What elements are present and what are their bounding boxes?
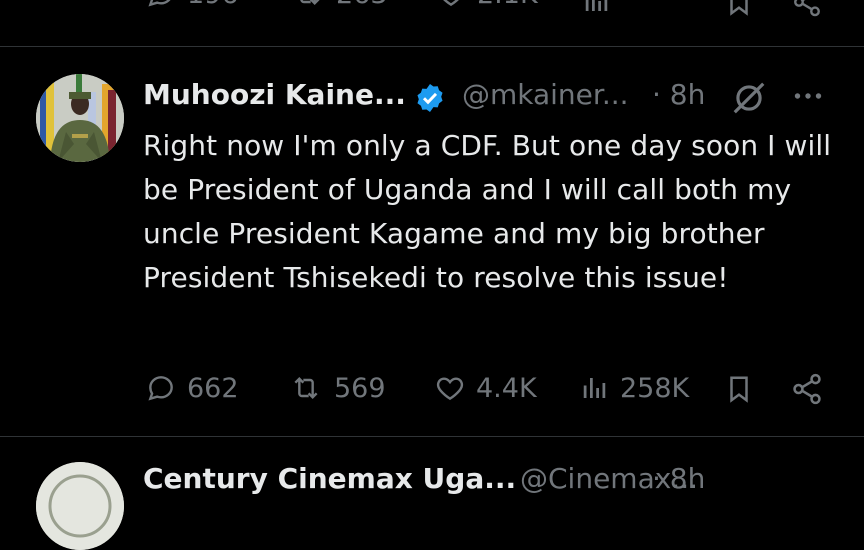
avatar[interactable] <box>36 74 124 162</box>
verified-icon <box>417 84 443 112</box>
like-count: 4.4K <box>476 372 537 404</box>
share-icon <box>794 0 820 17</box>
reply-button[interactable]: 662 <box>145 372 239 404</box>
views-button[interactable]: 258K <box>580 372 689 404</box>
verified-badge <box>414 82 446 118</box>
repost-icon <box>294 376 318 400</box>
more-options-button[interactable] <box>790 78 826 118</box>
more-icon <box>794 93 822 99</box>
reply-count: 662 <box>187 372 239 404</box>
heart-icon <box>436 377 464 401</box>
bookmark-button[interactable] <box>724 372 754 410</box>
share-button[interactable] <box>790 372 824 410</box>
author-handle[interactable]: @mkainer... <box>462 78 629 111</box>
repost-button[interactable]: 569 <box>288 372 386 404</box>
views-count: 258K <box>620 372 690 404</box>
bookmark-icon <box>730 376 748 403</box>
prev-reply-button[interactable]: 196 <box>145 0 239 10</box>
tweet-time[interactable]: · 8h <box>652 78 705 111</box>
next-avatar-image <box>36 462 124 550</box>
grok-icon <box>733 82 765 114</box>
next-author-name[interactable]: Century Cinemax Uga... <box>143 462 516 495</box>
reply-icon <box>148 376 173 401</box>
prev-like-button[interactable]: 2.1K <box>435 0 538 10</box>
repost-icon <box>300 0 320 6</box>
heart-icon <box>443 0 459 7</box>
bookmark-icon <box>730 0 748 16</box>
prev-views-button[interactable] <box>582 0 612 20</box>
prev-repost-count: 263 <box>336 0 388 10</box>
views-icon <box>583 378 606 398</box>
prev-like-count: 2.1K <box>477 0 538 10</box>
tweet-text: Right now I'm only a CDF. But one day so… <box>143 129 832 294</box>
next-tweet-time[interactable]: · 8h <box>652 462 705 495</box>
repost-count: 569 <box>334 372 386 404</box>
share-icon <box>793 373 821 405</box>
prev-reply-count: 196 <box>187 0 239 10</box>
grok-button[interactable] <box>730 79 768 121</box>
reply-icon <box>148 0 171 7</box>
like-button[interactable]: 4.4K <box>434 372 537 404</box>
divider-top <box>0 46 864 47</box>
prev-bookmark-button[interactable] <box>724 0 754 22</box>
prev-repost-button[interactable]: 263 <box>290 0 388 10</box>
divider-bottom <box>0 436 864 437</box>
views-icon <box>585 0 608 11</box>
author-name[interactable]: Muhoozi Kaine... <box>143 78 406 111</box>
prev-share-button[interactable] <box>790 0 824 22</box>
next-avatar[interactable] <box>36 462 124 550</box>
avatar-image <box>36 74 124 162</box>
